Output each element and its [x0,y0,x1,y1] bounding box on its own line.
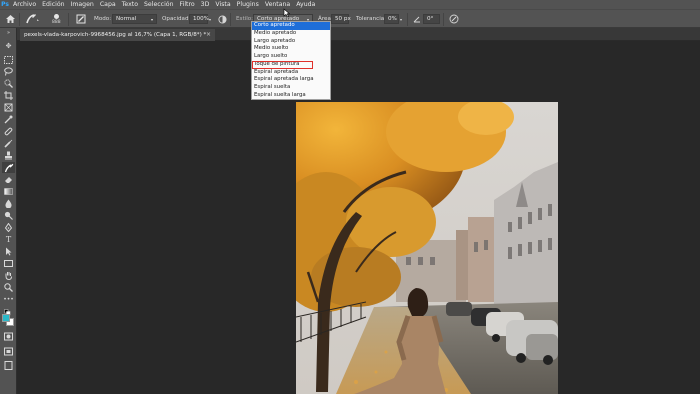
menu-3d[interactable]: 3D [198,1,213,8]
opacity-value: 100% [193,16,209,22]
eraser-tool-icon[interactable] [2,174,15,185]
document-tab-title: pexels-vlada-karpovich-9968456.jpg al 16… [24,32,207,38]
home-icon[interactable] [5,10,16,28]
menu-texto[interactable]: Texto [119,1,141,8]
divider [230,12,231,26]
menu-archivo[interactable]: Archivo [10,1,39,8]
foreground-color-swatch[interactable] [2,314,10,322]
angle-icon [413,10,421,28]
mouse-cursor-icon [283,4,290,22]
style-dropdown-menu: Corto apretado Medio apretado Largo apre… [251,21,331,100]
pressure-opacity-icon[interactable] [218,10,227,28]
options-bar: 888 Modo: Normal ▾ Opacidad: 100% ▾ Esti… [0,8,700,28]
brush-tool-icon[interactable] [2,138,15,149]
angle-value: 0° [427,16,434,22]
rectangle-tool-icon[interactable] [2,258,15,269]
divider [19,12,20,26]
style-option[interactable]: Espiral apretada larga [252,76,330,84]
document-tab[interactable]: pexels-vlada-karpovich-9968456.jpg al 16… [20,29,215,41]
artboard-icon[interactable] [2,360,15,371]
style-option[interactable]: Medio apretado [252,30,330,38]
screen-mode-icon[interactable] [2,346,15,357]
style-option[interactable]: Corto apretado [252,22,330,30]
divider [68,12,69,26]
pen-tool-icon[interactable] [2,222,15,233]
menu-imagen[interactable]: Imagen [68,1,97,8]
document-image[interactable] [296,102,558,394]
chevron-down-icon[interactable]: ▾ [400,10,402,28]
brush-settings-icon[interactable] [76,10,86,28]
tolerance-value: 0% [388,16,397,22]
tolerance-field[interactable]: 0% [384,14,399,24]
area-value: 50 px [335,16,351,22]
style-option[interactable]: Largo suelto [252,53,330,61]
lasso-tool-icon[interactable] [2,66,15,77]
opacity-field[interactable]: 100% [189,14,209,24]
style-option[interactable]: Medio suelto [252,45,330,53]
gradient-tool-icon[interactable] [2,186,15,197]
style-option[interactable]: Espiral suelta larga [252,92,330,100]
frame-tool-icon[interactable] [2,102,15,113]
eyedropper-tool-icon[interactable] [2,114,15,125]
zoom-tool-icon[interactable] [2,282,15,293]
area-field[interactable]: 50 px [331,14,351,24]
panel-collapse-icon[interactable]: » [2,31,15,36]
type-tool-icon[interactable]: T [2,234,15,245]
divider [443,12,444,26]
menu-vista[interactable]: Vista [212,1,233,8]
clone-stamp-tool-icon[interactable] [2,150,15,161]
menu-filtro[interactable]: Filtro [177,1,198,8]
style-option[interactable]: Espiral apretada [252,69,330,77]
close-icon[interactable]: × [206,31,211,38]
mode-select[interactable]: Normal ▾ [112,14,157,24]
menu-bar: Ps Archivo Edición Imagen Capa Texto Sel… [0,0,700,9]
style-option[interactable]: Espiral suelta [252,84,330,92]
menu-edicion[interactable]: Edición [39,1,67,8]
brush-tip-icon [53,13,59,19]
menu-capa[interactable]: Capa [97,1,119,8]
photoshop-logo: Ps [1,1,9,8]
hand-tool-icon[interactable] [2,270,15,281]
marquee-tool-icon[interactable] [2,54,15,65]
pressure-size-icon[interactable] [449,10,459,28]
opacity-label: Opacidad: [162,16,191,22]
tolerance-label: Tolerancia: [356,16,387,22]
blur-tool-icon[interactable] [2,198,15,209]
crop-tool-icon[interactable] [2,90,15,101]
tool-preset-picker[interactable] [25,10,41,28]
history-brush-tool-icon[interactable] [2,162,15,173]
brush-size-value: 888 [52,19,61,25]
quick-selection-tool-icon[interactable] [2,78,15,89]
dodge-tool-icon[interactable] [2,210,15,221]
more-tools-icon[interactable]: ••• [2,294,15,305]
tools-panel: » ✥ T ••• [0,28,17,394]
menu-plugins[interactable]: Plugins [234,1,262,8]
brush-size-picker[interactable]: 888 [52,10,61,28]
healing-brush-tool-icon[interactable] [2,126,15,137]
path-selection-tool-icon[interactable] [2,246,15,257]
divider [407,12,408,26]
chevron-down-icon: ▾ [150,16,153,22]
chevron-down-icon[interactable]: ▾ [209,10,211,28]
menu-seleccion[interactable]: Selección [141,1,177,8]
menu-ayuda[interactable]: Ayuda [293,1,318,8]
style-option-highlighted[interactable]: Toque de pintura [252,60,313,69]
style-option[interactable]: Largo apretado [252,38,330,46]
mode-value: Normal [116,16,137,22]
document-tab-bar: pexels-vlada-karpovich-9968456.jpg al 16… [17,28,700,41]
angle-field[interactable]: 0° [423,14,440,24]
move-tool-icon[interactable]: ✥ [2,41,15,52]
mode-label: Modo: [94,16,112,22]
quick-mask-icon[interactable] [2,331,15,342]
